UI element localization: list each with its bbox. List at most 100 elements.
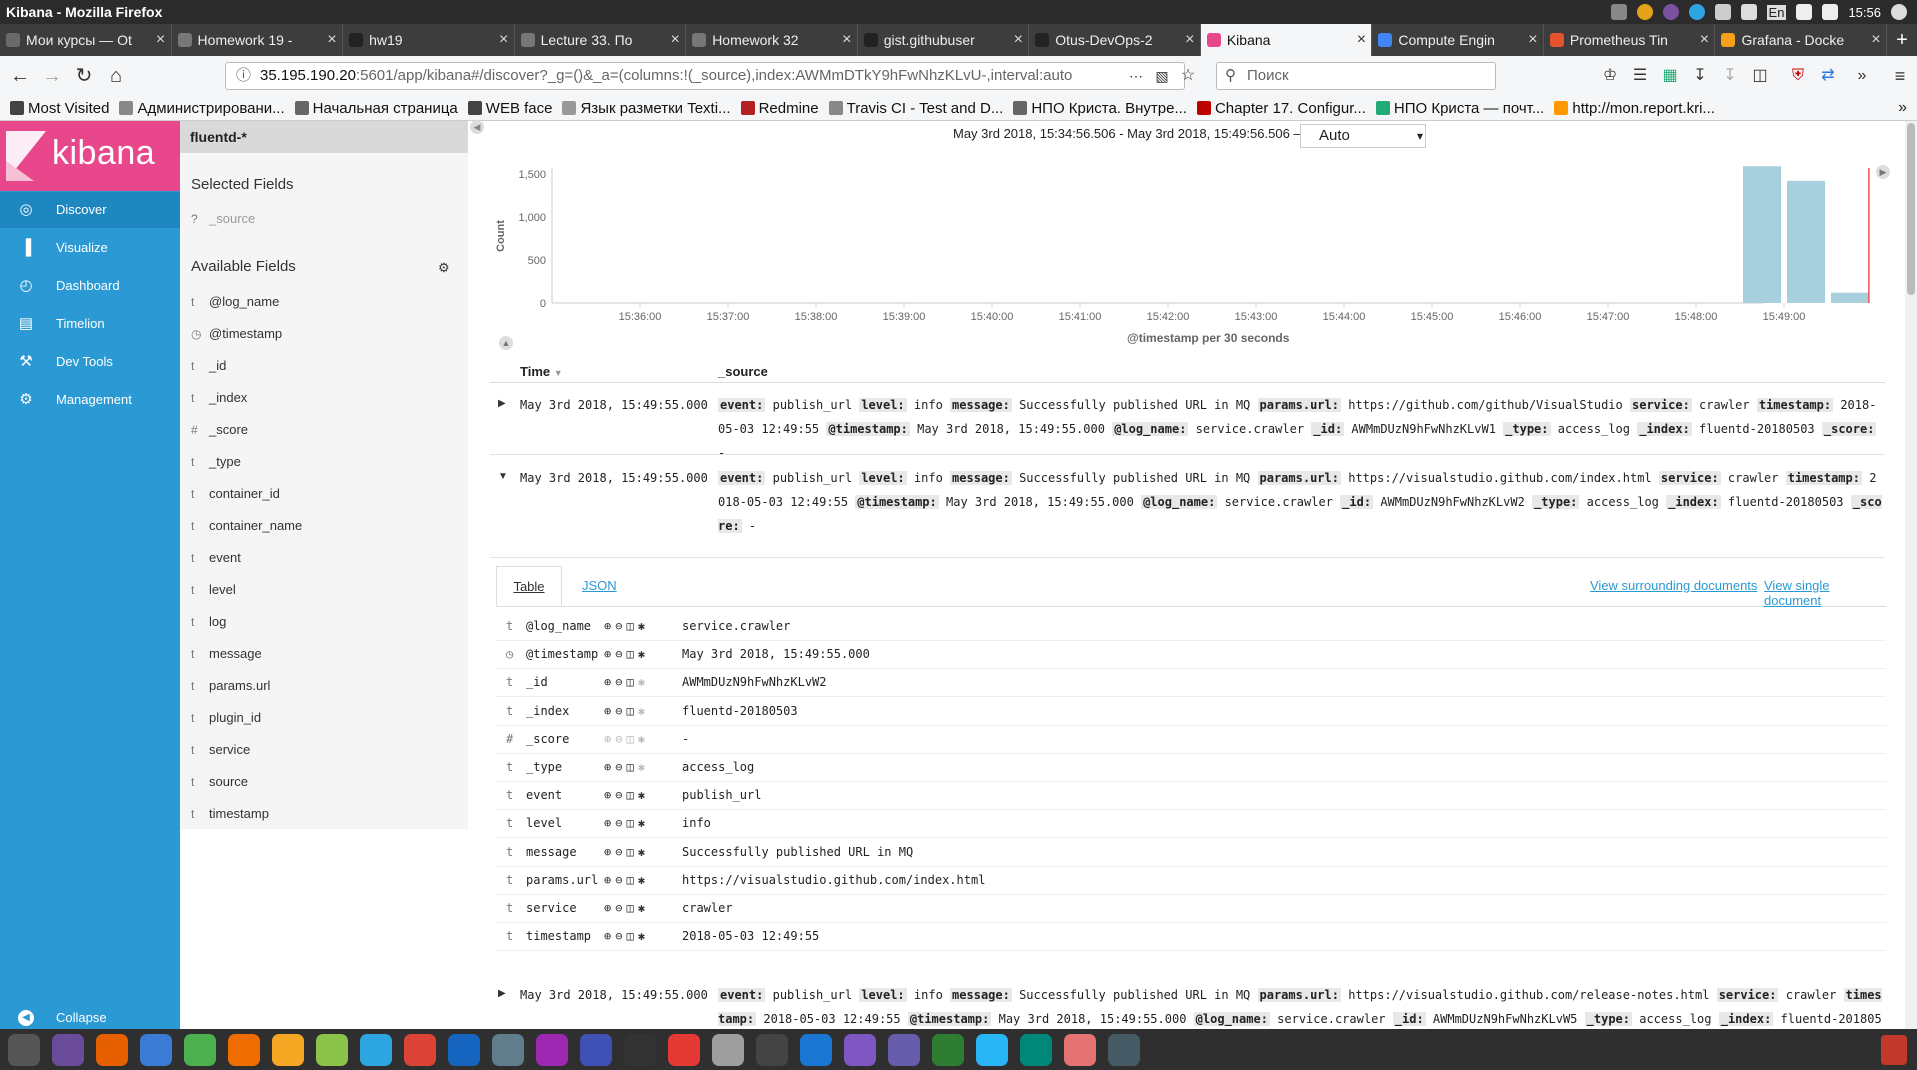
histogram-bar[interactable] — [1787, 180, 1825, 303]
filter-for-value-icon[interactable]: ⊕ — [604, 704, 615, 718]
dock-app-icon[interactable] — [272, 1033, 304, 1066]
collapse-row-icon[interactable]: ▼ — [498, 471, 508, 482]
filter-exists-icon[interactable]: ✱ — [638, 619, 649, 633]
dock-app-icon[interactable] — [184, 1033, 216, 1066]
bookmark-item[interactable]: Most Visited — [10, 100, 109, 117]
new-tab-button[interactable]: + — [1887, 24, 1917, 56]
dock-app-icon[interactable] — [1108, 1033, 1140, 1066]
close-tab-icon[interactable]: × — [837, 31, 857, 49]
field--score[interactable]: # _score — [191, 422, 248, 437]
filter-exists-icon[interactable]: ✱ — [638, 647, 649, 661]
filter-out-value-icon[interactable]: ⊖ — [615, 675, 626, 689]
translate-icon[interactable]: ⇄ — [1816, 64, 1840, 88]
overflow-menu-icon[interactable]: » — [1850, 64, 1874, 88]
clock[interactable]: 15:56 — [1848, 5, 1881, 20]
filter-out-value-icon[interactable]: ⊖ — [615, 619, 626, 633]
tab-3[interactable]: Lecture 33. По × — [515, 24, 687, 56]
field-log[interactable]: t log — [191, 614, 226, 629]
bookmark-item[interactable]: Начальная страница — [294, 100, 458, 117]
toggle-column-icon[interactable]: ◫ — [626, 929, 637, 943]
filter-exists-icon[interactable]: ✱ — [638, 873, 649, 887]
field--log-name[interactable]: t @log_name — [191, 294, 279, 309]
field-container-name[interactable]: t container_name — [191, 518, 302, 533]
filter-actions[interactable]: ⊕⊖◫✱ — [604, 922, 649, 950]
dock-app-icon[interactable] — [580, 1033, 612, 1066]
filter-out-value-icon[interactable]: ⊖ — [615, 647, 626, 661]
close-tab-icon[interactable]: × — [494, 31, 514, 49]
dock-app-icon[interactable] — [756, 1033, 788, 1066]
notification-bell-icon[interactable] — [1796, 4, 1813, 20]
dock-app-icon[interactable] — [316, 1033, 348, 1066]
dock-app-icon[interactable] — [888, 1033, 920, 1066]
sync-icon[interactable]: ▦ — [1658, 64, 1682, 88]
dock-app-icon[interactable] — [1064, 1033, 1096, 1066]
filter-for-value-icon[interactable]: ⊕ — [604, 873, 615, 887]
tab-4[interactable]: Homework 32 × — [686, 24, 858, 56]
toggle-chart-icon[interactable]: ▲ — [499, 336, 513, 350]
field-level[interactable]: t level — [191, 582, 236, 597]
filter-actions[interactable]: ⊕⊖◫✱ — [604, 753, 649, 781]
field--timestamp[interactable]: ◷ @timestamp — [191, 326, 282, 341]
table-row[interactable]: ▶ May 3rd 2018, 15:49:55.000 event: publis… — [490, 398, 1885, 460]
home-icon[interactable]: ⌂ — [104, 64, 128, 88]
display-icon[interactable] — [1714, 4, 1731, 20]
field-container-id[interactable]: t container_id — [191, 486, 280, 501]
filter-out-value-icon[interactable]: ⊖ — [615, 816, 626, 830]
tab-table[interactable]: Table — [496, 566, 562, 606]
field-settings-gear-icon[interactable]: ⚙ — [438, 260, 450, 276]
filter-for-value-icon[interactable]: ⊕ — [604, 929, 615, 943]
field--id[interactable]: t _id — [191, 358, 226, 373]
ublock-icon[interactable]: ⛨ — [1786, 64, 1810, 88]
chrome-tray-icon[interactable] — [1636, 4, 1653, 20]
kibana-nav-discover[interactable]: ◎ Discover — [0, 192, 180, 228]
reload-icon[interactable]: ↻ — [72, 64, 96, 88]
filter-actions[interactable]: ⊕⊖◫✱ — [604, 640, 649, 668]
filter-for-value-icon[interactable]: ⊕ — [604, 760, 615, 774]
expand-row-icon[interactable]: ▶ — [498, 398, 506, 409]
close-tab-icon[interactable]: × — [1523, 31, 1543, 49]
info-icon[interactable]: ⓘ — [236, 63, 251, 89]
toggle-column-icon[interactable]: ◫ — [626, 732, 637, 746]
close-tab-icon[interactable]: × — [322, 31, 342, 49]
dock-app-icon[interactable] — [52, 1033, 84, 1066]
dock-app-icon[interactable] — [140, 1033, 172, 1066]
index-pattern-title[interactable]: fluentd-* — [180, 121, 468, 153]
dock-app-icon[interactable] — [8, 1033, 40, 1066]
bookmark-item[interactable]: Язык разметки Texti... — [562, 100, 731, 117]
filter-for-value-icon[interactable]: ⊕ — [604, 675, 615, 689]
histogram-bar[interactable] — [1831, 292, 1869, 303]
filter-out-value-icon[interactable]: ⊖ — [615, 760, 626, 774]
close-tab-icon[interactable]: × — [151, 31, 171, 49]
histogram-bar[interactable] — [1743, 166, 1781, 303]
kibana-nav-timelion[interactable]: ▤ Timelion — [0, 306, 180, 342]
toggle-column-icon[interactable]: ◫ — [626, 873, 637, 887]
tab-6[interactable]: Otus-DevOps-2 × — [1029, 24, 1201, 56]
volume-icon[interactable] — [1822, 4, 1839, 20]
toggle-column-icon[interactable]: ◫ — [626, 647, 637, 661]
power-icon[interactable] — [1891, 4, 1907, 20]
toggle-column-icon[interactable]: ◫ — [626, 901, 637, 915]
dock-app-icon[interactable] — [492, 1033, 524, 1066]
filter-exists-icon[interactable]: ✱ — [638, 901, 649, 915]
filter-out-value-icon[interactable]: ⊖ — [615, 704, 626, 718]
filter-exists-icon[interactable]: ✱ — [638, 732, 649, 746]
bookmark-item[interactable]: НПО Криста — почт... — [1375, 100, 1544, 117]
toggle-column-icon[interactable]: ◫ — [626, 845, 637, 859]
tab-2[interactable]: hw19 × — [343, 24, 515, 56]
dock-app-icon[interactable] — [668, 1033, 700, 1066]
tab-8[interactable]: Compute Engin × — [1372, 24, 1544, 56]
filter-actions[interactable]: ⊕⊖◫✱ — [604, 866, 649, 894]
forward-arrow-icon[interactable]: → — [40, 64, 64, 88]
network-icon[interactable] — [1610, 4, 1627, 20]
field--index[interactable]: t _index — [191, 390, 247, 405]
scrollbar-thumb[interactable] — [1907, 123, 1915, 295]
field--source[interactable]: ? _source — [191, 211, 255, 226]
dock-app-icon[interactable] — [932, 1033, 964, 1066]
download-disabled-icon[interactable]: ↧ — [1718, 64, 1742, 88]
filter-actions[interactable]: ⊕⊖◫✱ — [604, 809, 649, 837]
filter-actions[interactable]: ⊕⊖◫✱ — [604, 894, 649, 922]
filter-actions[interactable]: ⊕⊖◫✱ — [604, 668, 649, 696]
column-header-time[interactable]: Time ▼ — [520, 364, 563, 379]
kibana-nav-dev-tools[interactable]: ⚒ Dev Tools — [0, 344, 180, 380]
interval-select[interactable]: Auto — [1300, 124, 1426, 148]
